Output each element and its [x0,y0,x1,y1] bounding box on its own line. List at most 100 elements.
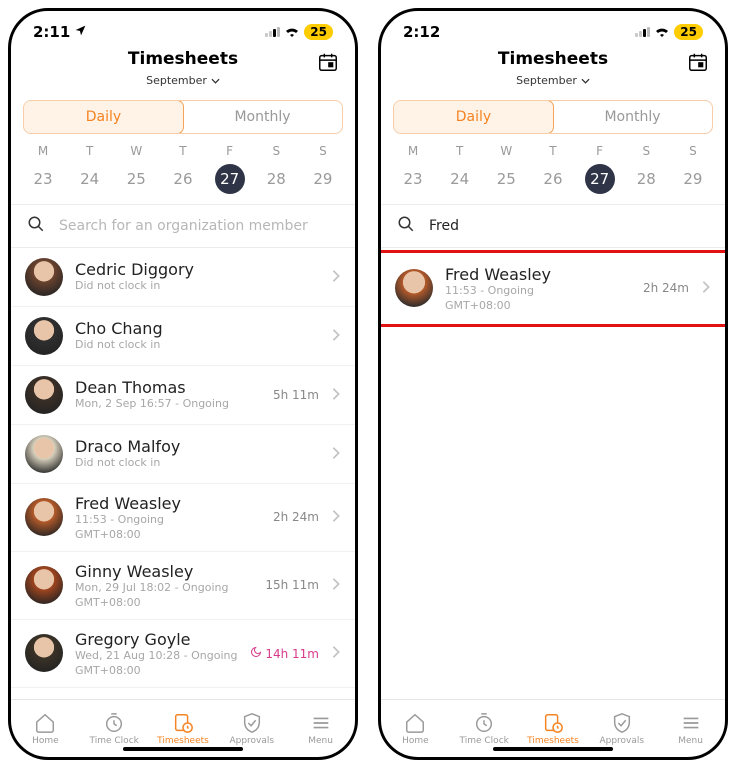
tab-label: Approvals [229,736,274,746]
day-label: T [163,144,203,158]
tab-monthly[interactable]: Monthly [553,101,712,133]
day-number[interactable]: 24 [70,164,110,194]
tab-label: Timesheets [527,736,579,746]
member-row[interactable]: Draco MalfoyDid not clock in [11,425,355,484]
day-number[interactable]: 28 [626,164,666,194]
battery-indicator: 25 [304,24,333,40]
member-info: Cho ChangDid not clock in [75,319,307,353]
calendar-button[interactable] [687,51,709,77]
cellular-signal-icon [635,27,650,37]
tab-label: Approvals [599,736,644,746]
tab-menu[interactable]: Menu [656,700,725,757]
day-number[interactable]: 25 [116,164,156,194]
home-indicator [493,747,613,751]
screen-header: Timesheets September [381,45,725,96]
day-label: F [580,144,620,158]
day-label: M [23,144,63,158]
search-row [11,204,355,248]
avatar [395,269,433,307]
day-number[interactable]: 29 [303,164,343,194]
day-number[interactable]: 26 [533,164,573,194]
status-bar: 2:11 25 [11,11,355,45]
search-icon [397,215,415,237]
tab-daily[interactable]: Daily [393,100,554,134]
chevron-right-icon [331,508,341,527]
bottom-tab-bar: Home Time Clock Timesheets Approvals Men… [381,699,725,757]
tab-label: Home [32,736,59,746]
cellular-signal-icon [265,27,280,37]
bottom-tab-bar: Home Time Clock Timesheets Approvals Men… [11,699,355,757]
member-info: Cedric DiggoryDid not clock in [75,260,307,294]
member-timezone: GMT+08:00 [75,664,238,677]
page-title: Timesheets [27,49,339,69]
tab-home[interactable]: Home [11,700,80,757]
member-row[interactable]: Gregory GoyleWed, 21 Aug 10:28 - Ongoing… [11,620,355,688]
tab-daily[interactable]: Daily [23,100,184,134]
wifi-icon [654,23,670,41]
day-label: S [673,144,713,158]
day-label: S [256,144,296,158]
member-row[interactable]: Ginny WeasleyMon, 29 Jul 18:02 - Ongoing… [11,552,355,620]
member-name: Dean Thomas [75,378,261,397]
day-number[interactable]: 24 [440,164,480,194]
month-selector[interactable]: September [516,74,590,87]
day-label: W [116,144,156,158]
member-duration: 15h 11m [265,578,319,592]
member-row[interactable]: Dean ThomasMon, 2 Sep 16:57 - Ongoing5h … [11,366,355,425]
avatar [25,435,63,473]
view-switch: Daily Monthly [23,100,343,134]
member-status: Wed, 21 Aug 10:28 - Ongoing [75,649,238,664]
page-title: Timesheets [397,49,709,69]
member-name: Fred Weasley [75,494,261,513]
month-selector[interactable]: September [146,74,220,87]
member-info: Gregory GoyleWed, 21 Aug 10:28 - Ongoing… [75,630,238,677]
member-status: Did not clock in [75,338,307,353]
member-row[interactable]: Cho ChangDid not clock in [11,307,355,366]
day-label: S [303,144,343,158]
member-name: Gregory Goyle [75,630,238,649]
week-header-row: M23 T24 W25 T26 F27 S28 S29 [11,144,355,194]
day-number[interactable]: 23 [23,164,63,194]
member-status: Mon, 29 Jul 18:02 - Ongoing [75,581,253,596]
member-row-highlighted[interactable]: Fred Weasley 11:53 - Ongoing GMT+08:00 2… [381,250,725,327]
day-label: W [486,144,526,158]
tab-monthly[interactable]: Monthly [183,101,342,133]
view-switch: Daily Monthly [393,100,713,134]
avatar [25,634,63,672]
member-name: Fred Weasley [445,265,631,284]
screen-header: Timesheets September [11,45,355,96]
member-info: Ginny WeasleyMon, 29 Jul 18:02 - Ongoing… [75,562,253,609]
day-number[interactable]: 26 [163,164,203,194]
day-number[interactable]: 28 [256,164,296,194]
search-row [381,204,725,248]
tab-home[interactable]: Home [381,700,450,757]
day-number[interactable]: 25 [486,164,526,194]
day-label: T [533,144,573,158]
chevron-right-icon [331,386,341,405]
member-info: Dean ThomasMon, 2 Sep 16:57 - Ongoing [75,378,261,412]
day-label: T [440,144,480,158]
tab-menu[interactable]: Menu [286,700,355,757]
month-label: September [516,74,577,87]
overnight-icon [250,646,262,658]
phone-right: 2:12 25 Timesheets September Daily Month… [378,8,728,760]
phone-left: 2:11 25 Timesheets September Daily Month… [8,8,358,760]
member-row[interactable]: Fred Weasley11:53 - OngoingGMT+08:002h 2… [11,484,355,552]
day-number[interactable]: 23 [393,164,433,194]
member-timezone: GMT+08:00 [75,528,261,541]
day-number[interactable]: 29 [673,164,713,194]
tab-label: Menu [308,736,333,746]
day-label: S [626,144,666,158]
search-input[interactable] [59,218,339,234]
avatar [25,498,63,536]
member-list[interactable]: Fred Weasley 11:53 - Ongoing GMT+08:00 2… [381,248,725,699]
day-number-selected[interactable]: 27 [215,164,245,194]
week-header-row: M23 T24 W25 T26 F27 S28 S29 [381,144,725,194]
member-row[interactable]: Cedric DiggoryDid not clock in [11,248,355,307]
status-bar: 2:12 25 [381,11,725,45]
search-input[interactable] [429,218,709,234]
day-label: F [210,144,250,158]
member-list[interactable]: Cedric DiggoryDid not clock in Cho ChangD… [11,248,355,699]
calendar-button[interactable] [317,51,339,77]
day-number-selected[interactable]: 27 [585,164,615,194]
